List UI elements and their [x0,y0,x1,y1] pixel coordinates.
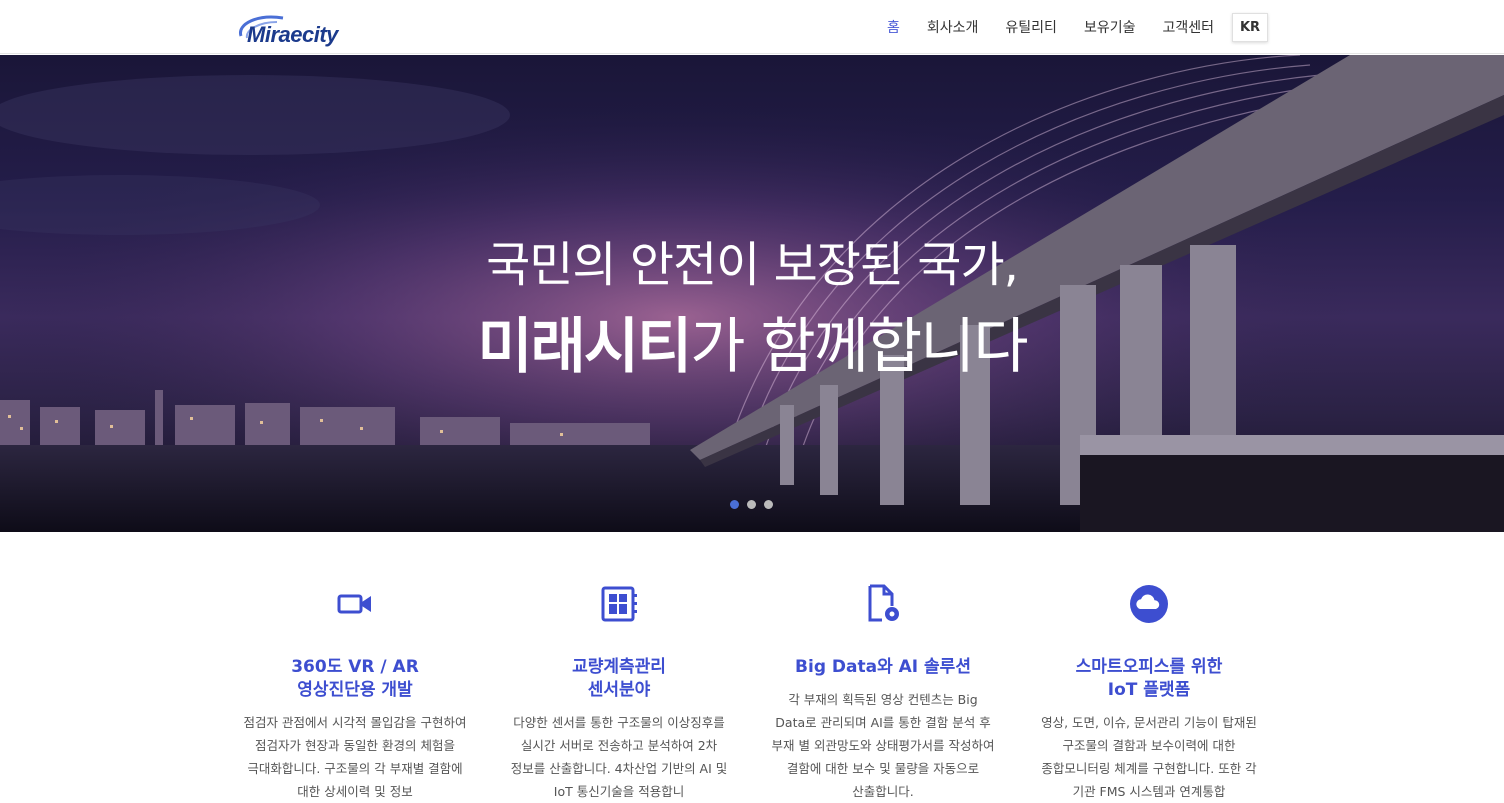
feature-title-line1: 교량계측관리 [572,657,666,677]
slider-dot-3[interactable] [764,500,773,509]
feature-description: 다양한 센서를 통한 구조물의 이상징후를 실시간 서버로 전송하고 분석하여 … [510,715,728,799]
feature-title-line2: 영상진단용 개발 [297,680,413,700]
hero-headline-rest: 가 함께합니다 [690,312,1028,382]
hero-headline-line2: 미래시티가 함께합니다 [0,298,1504,385]
feature-title: 360도 VR / AR 영상진단용 개발 [240,656,470,702]
feature-bridge-sensor: 교량계측관리센서분야 다양한 센서를 통한 구조물의 이상징후를 실시간 서버로… [504,582,734,803]
feature-title: 스마트오피스를 위한 IoT 플랫폼 [1034,656,1264,702]
feature-title-line2: 센서분야 [587,680,651,700]
feature-title-line2: IoT 플랫폼 [1107,680,1191,700]
nav-item-home[interactable]: 홈 [887,14,900,42]
feature-title-line1: 스마트오피스를 위한 [1075,657,1223,677]
feature-title-line1: Big Data와 AI 솔루션 [795,657,971,677]
video-camera-icon [240,582,470,626]
features-section: 360도 VR / AR 영상진단용 개발 점검자 관점에서 시각적 몰입감을 구… [0,532,1504,800]
logo-text: Miraecity [247,22,338,47]
main-nav: 홈 회사소개 유틸리티 보유기술 고객센터 KR [860,13,1268,42]
nav-item-support[interactable]: 고객센터 [1162,14,1214,42]
feature-description: 각 부재의 획득된 영상 컨텐츠는 Big Data로 관리되며 AI를 통한 … [771,692,995,799]
slider-dot-1[interactable] [730,500,739,509]
sensor-board-icon [504,582,734,626]
feature-description: 점검자 관점에서 시각적 몰입감을 구현하여 점검자가 현장과 동일한 환경의 … [243,715,467,799]
hero-headline-line1: 국민의 안전이 보장된 국가, [486,237,1019,293]
nav-item-technology[interactable]: 보유기술 [1084,14,1136,42]
feature-title: 교량계측관리센서분야 [504,656,734,702]
language-button[interactable]: KR [1232,13,1268,42]
file-settings-icon [768,582,998,626]
slider-dot-2[interactable] [747,500,756,509]
feature-title-line1: 360도 VR / AR [291,657,419,677]
hero-headline-brand: 미래시티 [477,312,692,382]
cloud-icon [1034,582,1264,626]
nav-item-utility[interactable]: 유틸리티 [1005,14,1057,42]
feature-bigdata-ai: Big Data와 AI 솔루션 각 부재의 획득된 영상 컨텐츠는 Big D… [768,582,998,803]
feature-vr-ar: 360도 VR / AR 영상진단용 개발 점검자 관점에서 시각적 몰입감을 구… [240,582,470,803]
logo[interactable]: Miraecity [237,10,347,47]
site-header: Miraecity 홈 회사소개 유틸리티 보유기술 고객센터 KR [0,0,1504,54]
hero-slider: 국민의 안전이 보장된 국가, 미래시티가 함께합니다 [0,55,1504,532]
feature-description: 영상, 도면, 이슈, 문서관리 기능이 탑재된 구조물의 결함과 보수이력에 … [1041,715,1257,799]
slider-dots [730,500,773,509]
nav-item-about[interactable]: 회사소개 [927,14,979,42]
feature-title: Big Data와 AI 솔루션 [768,656,998,679]
feature-iot-platform: 스마트오피스를 위한 IoT 플랫폼 영상, 도면, 이슈, 문서관리 기능이 탑… [1034,582,1264,803]
